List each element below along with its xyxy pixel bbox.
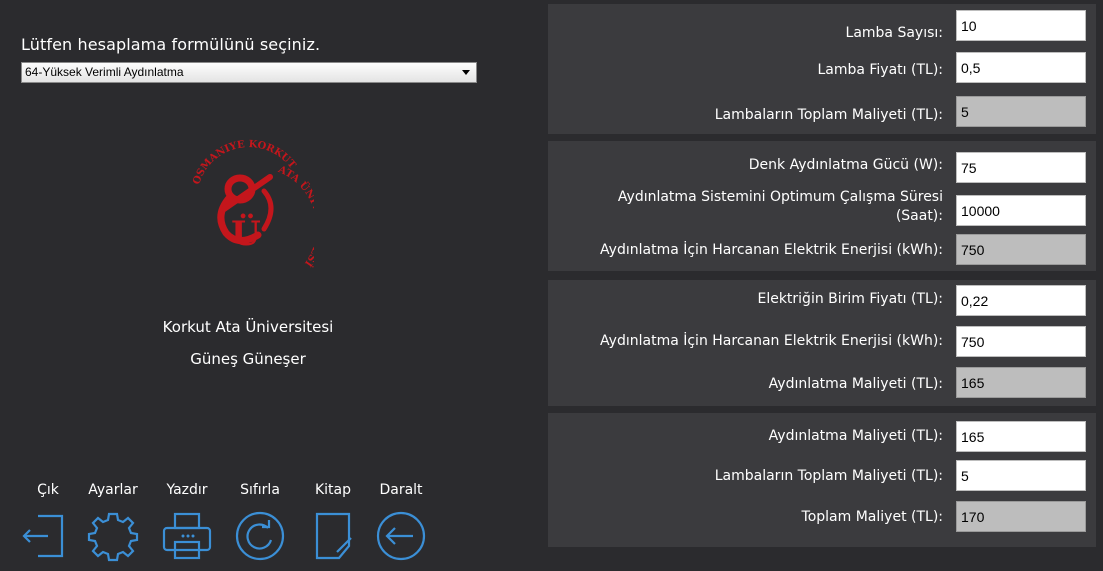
lamp-count-input[interactable]: 10 (956, 10, 1086, 41)
back-arrow-icon (376, 511, 426, 561)
consumed-energy-output: 750 (956, 234, 1086, 265)
energy-group: Denk Aydınlatma Gücü (W): 75 Aydınlatma … (548, 141, 1096, 271)
lamps-total-cost-output: 5 (956, 96, 1086, 127)
optimum-duration-input[interactable]: 10000 (956, 195, 1086, 226)
equivalent-power-label: Denk Aydınlatma Gücü (W): (748, 157, 943, 173)
lighting-cost-group: Elektriğin Birim Fiyatı (TL): 0,22 Aydın… (548, 280, 1096, 406)
lamp-count-label: Lamba Sayısı: (845, 25, 943, 41)
electricity-unit-price-label: Elektriğin Birim Fiyatı (TL): (757, 291, 943, 307)
total-cost-label: Toplam Maliyet (TL): (801, 509, 943, 525)
lighting-cost-sum-label: Aydınlatma Maliyeti (TL): (768, 428, 943, 444)
lamp-price-label: Lamba Fiyatı (TL): (817, 62, 943, 78)
book-icon (315, 512, 352, 560)
exit-icon (22, 514, 64, 558)
chevron-down-icon[interactable] (462, 70, 470, 75)
svg-text:Ü: Ü (231, 213, 261, 254)
formula-selected-value: 64-Yüksek Verimli Aydınlatma (25, 65, 184, 79)
equivalent-power-input[interactable]: 75 (956, 152, 1086, 183)
print-button[interactable]: Yazdır (158, 482, 216, 568)
exit-button[interactable]: Çık (22, 482, 74, 568)
lamps-total-cost-label: Lambaların Toplam Maliyeti (TL): (714, 107, 943, 123)
author-name: Güneş Güneşer (190, 350, 306, 368)
lighting-cost-output: 165 (956, 367, 1086, 398)
reset-button-label: Sıfırla (240, 482, 280, 498)
settings-button[interactable]: Ayarlar (85, 482, 141, 568)
calculator-window: Lütfen hesaplama formülünü seçiniz. 64-Y… (0, 0, 1103, 571)
optimum-duration-label: Aydınlatma Sistemini Optimum Çalışma Sür… (617, 189, 943, 224)
consumed-energy-label: Aydınlatma İçin Harcanan Elektrik Enerji… (600, 242, 943, 258)
book-button-label: Kitap (314, 482, 352, 498)
lamp-cost-group: Lamba Sayısı: 10 Lamba Fiyatı (TL): 0,5 … (548, 4, 1096, 134)
reset-icon (235, 511, 285, 561)
lamps-cost-sum-label: Lambaların Toplam Maliyeti (TL): (714, 468, 943, 484)
print-button-label: Yazdır (166, 482, 208, 498)
energy-consumed-label: Aydınlatma İçin Harcanan Elektrik Enerji… (600, 333, 943, 349)
lamps-cost-sum-input[interactable]: 5 (956, 460, 1086, 491)
total-cost-group: Aydınlatma Maliyeti (TL): 165 Lambaların… (548, 413, 1096, 547)
svg-text:ATA ÜNİVERSİTESİ: ATA ÜNİVERSİTESİ (276, 164, 314, 270)
collapse-button[interactable]: Daralt (373, 482, 429, 568)
electricity-unit-price-input[interactable]: 0,22 (956, 285, 1086, 316)
lamp-price-input[interactable]: 0,5 (956, 52, 1086, 83)
formula-dropdown[interactable]: 64-Yüksek Verimli Aydınlatma (21, 62, 477, 83)
lighting-cost-sum-input[interactable]: 165 (956, 421, 1086, 452)
book-button[interactable]: Kitap (305, 482, 361, 568)
printer-icon (162, 512, 212, 560)
exit-button-label: Çık (37, 482, 59, 498)
university-logo: OSMANIYE KORKUT ATA ÜNİVERSİTESİ Ü (191, 139, 314, 270)
lighting-cost-label: Aydınlatma Maliyeti (TL): (768, 376, 943, 392)
gear-icon (87, 512, 139, 562)
energy-consumed-input[interactable]: 750 (956, 326, 1086, 357)
collapse-button-label: Daralt (379, 482, 423, 498)
reset-button[interactable]: Sıfırla (232, 482, 288, 568)
university-name: Korkut Ata Üniversitesi (162, 318, 334, 336)
formula-prompt: Lütfen hesaplama formülünü seçiniz. (21, 35, 321, 54)
total-cost-output: 170 (956, 501, 1086, 532)
settings-button-label: Ayarlar (88, 482, 138, 498)
